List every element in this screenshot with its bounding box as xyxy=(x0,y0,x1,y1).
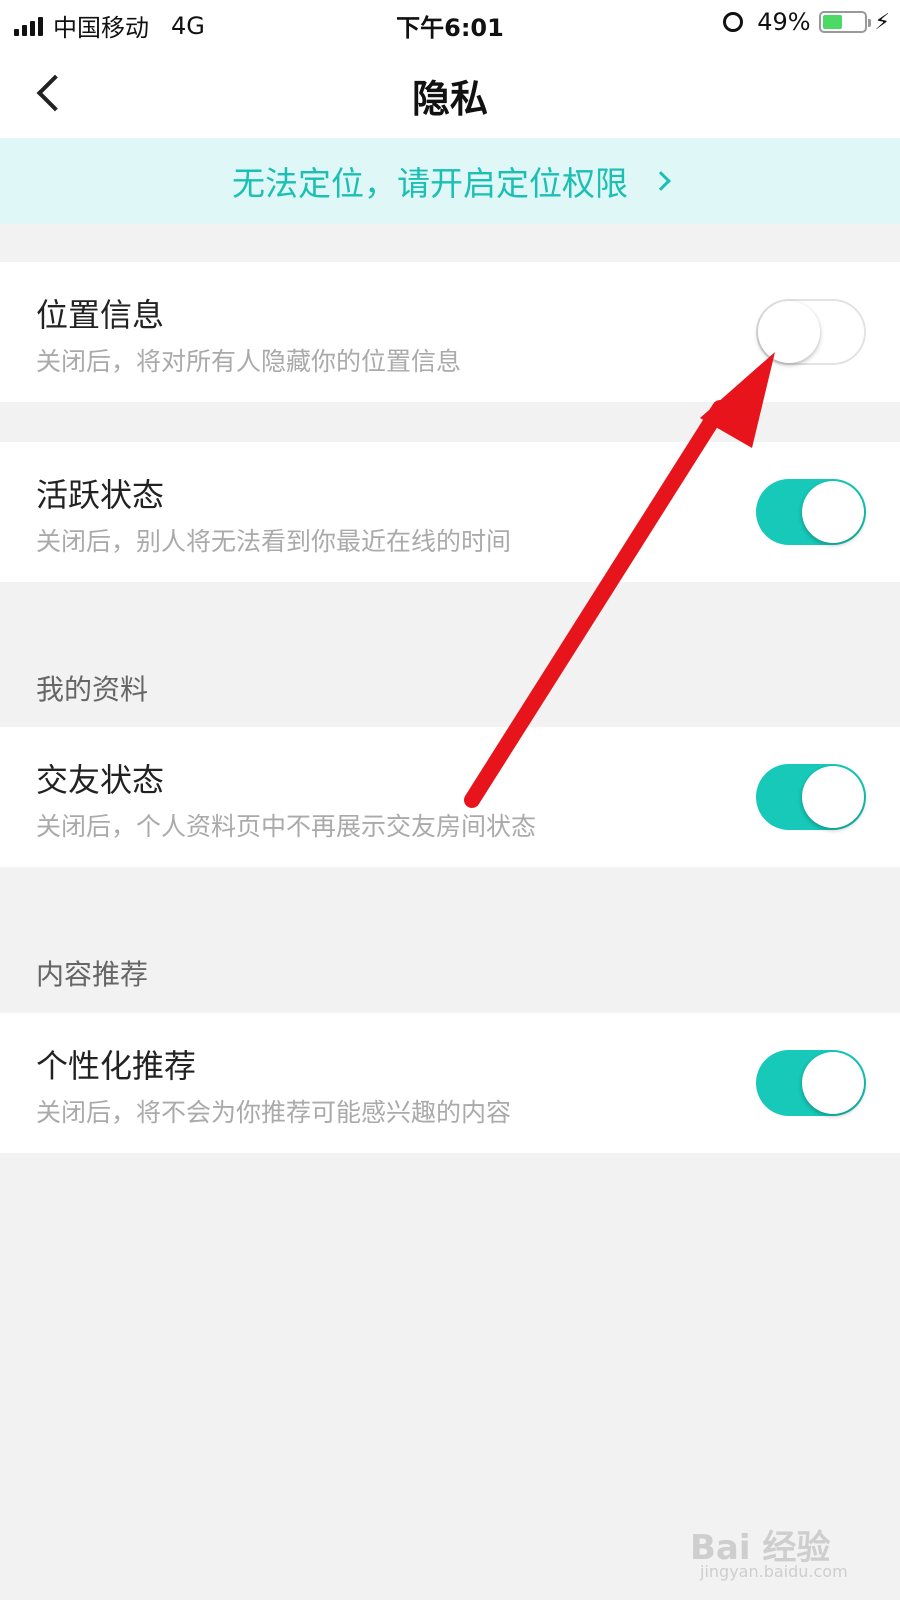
friend-status-toggle[interactable] xyxy=(756,764,866,830)
section-label-content-recommend: 内容推荐 xyxy=(36,958,149,991)
signal-icon xyxy=(14,16,43,36)
setting-active-status: 活跃状态 关闭后，别人将无法看到你最近在线的时间 xyxy=(0,442,900,582)
nav-bar: 隐私 xyxy=(0,46,900,138)
status-left: 中国移动 4G xyxy=(14,8,205,43)
status-right: 49% ⚡ xyxy=(723,8,890,36)
page-title: 隐私 xyxy=(411,77,488,121)
watermark-url: jingyan.baidu.com xyxy=(700,1562,848,1581)
toggle-knob xyxy=(802,481,864,543)
battery-icon xyxy=(818,11,871,33)
chevron-right-icon xyxy=(651,171,671,191)
setting-title: 个性化推荐 xyxy=(36,1047,197,1085)
personalized-recommend-toggle[interactable] xyxy=(756,1050,866,1116)
setting-title: 位置信息 xyxy=(36,296,165,334)
section-label-my-profile: 我的资料 xyxy=(36,673,149,706)
setting-friend-status: 交友状态 关闭后，个人资料页中不再展示交友房间状态 xyxy=(0,727,900,867)
setting-subtitle: 关闭后，将不会为你推荐可能感兴趣的内容 xyxy=(36,1098,512,1127)
location-info-toggle[interactable] xyxy=(756,299,866,365)
toggle-knob xyxy=(758,301,820,363)
charging-icon: ⚡ xyxy=(874,9,890,35)
setting-title: 交友状态 xyxy=(36,761,165,799)
banner-text: 无法定位，请开启定位权限 xyxy=(232,164,628,203)
battery-percent: 49% xyxy=(757,8,811,36)
active-status-toggle[interactable] xyxy=(756,479,866,545)
setting-subtitle: 关闭后，将对所有人隐藏你的位置信息 xyxy=(36,347,462,376)
setting-subtitle: 关闭后，别人将无法看到你最近在线的时间 xyxy=(36,527,512,556)
setting-title: 活跃状态 xyxy=(36,476,165,514)
setting-personalized-recommend: 个性化推荐 关闭后，将不会为你推荐可能感兴趣的内容 xyxy=(0,1013,900,1153)
carrier-name: 中国移动 xyxy=(53,14,149,42)
network-type: 4G xyxy=(171,11,205,40)
toggle-knob xyxy=(802,1052,864,1114)
toggle-knob xyxy=(802,766,864,828)
setting-subtitle: 关闭后，个人资料页中不再展示交友房间状态 xyxy=(36,812,537,841)
alarm-icon xyxy=(723,12,744,32)
status-bar: 中国移动 4G 下午6:01 49% ⚡ xyxy=(0,0,900,46)
setting-location-info: 位置信息 关闭后，将对所有人隐藏你的位置信息 xyxy=(0,262,900,402)
location-permission-banner[interactable]: 无法定位，请开启定位权限 xyxy=(0,138,900,224)
